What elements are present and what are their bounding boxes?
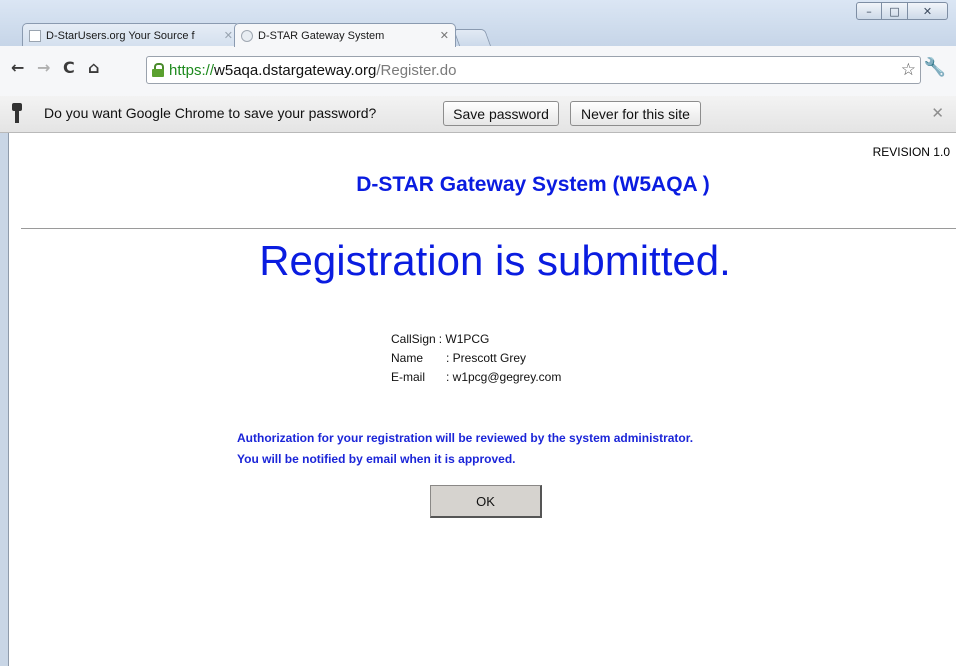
email-row: E-mail : w1pcg@gegrey.com [391,368,561,387]
home-icon[interactable]: ⌂ [88,58,99,77]
callsign-value: : W1PCG [438,332,490,346]
window-controls: – □ ✕ [856,2,948,20]
wrench-icon[interactable]: 🔧 [924,57,946,78]
minimize-button[interactable]: – [856,2,882,20]
bookmark-star-icon[interactable]: ☆ [901,60,916,80]
reload-icon[interactable]: C [63,58,75,77]
globe-icon [241,29,253,42]
registration-details: CallSign : W1PCG Name : Prescott Grey E-… [391,330,561,387]
page-content: REVISION 1.0 D-STAR Gateway System (W5AQ… [8,133,956,666]
email-label: E-mail [391,370,426,384]
approval-notice: Authorization for your registration will… [237,428,693,470]
tab-dstarusers[interactable]: D-StarUsers.org Your Source f ✕ [22,23,240,47]
close-window-button[interactable]: ✕ [908,2,948,20]
save-password-button[interactable]: Save password [443,101,559,126]
headline-text: Registration is submitted. [259,237,731,284]
infobar-message: Do you want Google Chrome to save your p… [44,105,377,121]
never-for-this-site-button[interactable]: Never for this site [570,101,701,126]
page-icon [29,29,41,42]
email-value: : w1pcg@gegrey.com [446,370,562,384]
address-bar[interactable]: https:// w5aqa.dstargateway.org /Registe… [146,56,921,84]
forward-arrow-icon[interactable]: → [37,58,50,77]
callsign-label: CallSign [391,332,436,346]
notice-line-1: Authorization for your registration will… [237,431,694,445]
site-title-text: D-STAR Gateway System (W5AQA ) [356,173,710,196]
site-title: D-STAR Gateway System (W5AQA ) [9,173,956,197]
back-arrow-icon[interactable]: ← [11,58,24,77]
lock-icon [152,63,164,77]
new-tab-button[interactable] [452,29,492,46]
callsign-row: CallSign : W1PCG [391,330,561,349]
browser-toolbar: ← → C ⌂ https:// w5aqa.dstargateway.org … [0,46,956,97]
revision-label: REVISION 1.0 [872,145,950,159]
tab-dstar-gateway[interactable]: D-STAR Gateway System ✕ [234,23,456,47]
page-headline: Registration is submitted. [9,237,956,285]
tab-close-icon[interactable]: ✕ [440,29,449,42]
ok-button[interactable]: OK [430,485,542,518]
close-icon[interactable]: ✕ [931,104,944,122]
url-scheme: https:// [169,61,215,79]
divider [21,228,956,229]
url-path: /Register.do [376,61,457,79]
notice-line-2: You will be notified by email when it is… [237,452,516,466]
tab-title: D-StarUsers.org Your Source f [46,29,195,42]
tab-title: D-STAR Gateway System [258,29,385,42]
url-host: w5aqa.dstargateway.org [214,61,377,79]
maximize-button[interactable]: □ [882,2,908,20]
name-label: Name [391,351,424,365]
save-password-infobar: Do you want Google Chrome to save your p… [0,96,956,133]
window-titlebar: – □ ✕ D-StarUsers.org Your Source f ✕ D-… [0,0,956,47]
name-row: Name : Prescott Grey [391,349,561,368]
name-value: : Prescott Grey [446,351,527,365]
tab-close-icon[interactable]: ✕ [224,29,233,42]
key-icon [12,103,22,123]
